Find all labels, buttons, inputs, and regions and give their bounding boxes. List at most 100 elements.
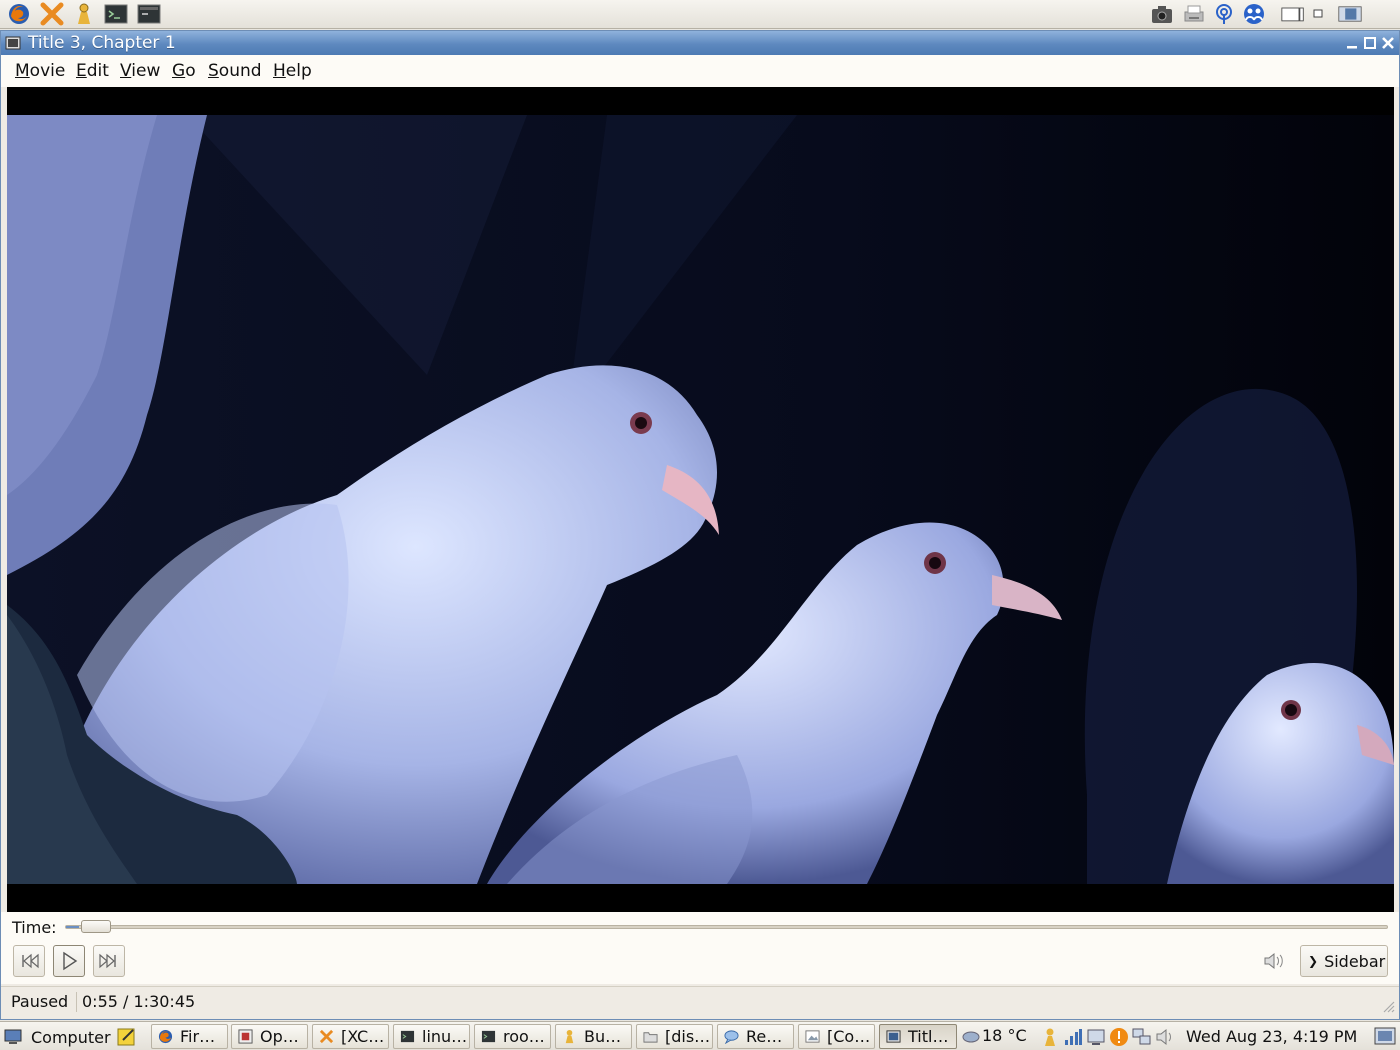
buddy-tray-icon[interactable]	[1040, 1027, 1060, 1047]
openoffice-icon	[238, 1029, 253, 1044]
taskbar-button[interactable]: [dis…	[636, 1024, 713, 1049]
folder-icon	[643, 1029, 658, 1044]
play-button[interactable]	[53, 945, 85, 977]
taskbar-button-label: Fir…	[180, 1027, 216, 1046]
sidebar-toggle-button[interactable]: ❯ Sidebar	[1300, 945, 1388, 977]
terminal-icon	[400, 1029, 415, 1044]
buddy-icon[interactable]	[71, 2, 97, 26]
next-chapter-button[interactable]	[93, 945, 125, 977]
taskbar-button[interactable]: Op…	[231, 1024, 308, 1049]
network-monitor-icon[interactable]	[1086, 1027, 1106, 1047]
menu-go[interactable]: Go	[172, 61, 196, 81]
top-panel	[0, 0, 1400, 29]
system-tray	[1040, 1026, 1175, 1048]
signal-icon[interactable]	[1063, 1027, 1083, 1047]
skip-back-icon	[22, 953, 39, 969]
taskbar-button-label: roo…	[503, 1027, 545, 1046]
desktop-preview-icon[interactable]	[1335, 2, 1365, 26]
network-icon[interactable]	[1211, 2, 1237, 26]
playback-time: 0:55 / 1:30:45	[82, 992, 196, 1011]
chat-icon	[724, 1029, 739, 1045]
firefox-icon	[158, 1029, 173, 1044]
menu-view[interactable]: View	[120, 61, 160, 81]
taskbar-button-label: [XC…	[341, 1027, 385, 1046]
taskbar-button[interactable]: [Co…	[798, 1024, 875, 1049]
cloud-icon	[962, 1031, 980, 1042]
menu-view-rest: iew	[131, 61, 161, 81]
taskbar-button[interactable]: Fir…	[151, 1024, 228, 1049]
seek-bar[interactable]	[65, 920, 1388, 933]
time-label: Time:	[12, 918, 57, 937]
seek-fill	[66, 926, 79, 928]
workspace-dot-icon[interactable]	[1310, 2, 1326, 26]
controls-bar: ❯ Sidebar	[1, 940, 1399, 984]
taskbar-button-label: [dis…	[665, 1027, 711, 1046]
app-icon[interactable]	[5, 35, 21, 51]
menu-movie[interactable]: Movie	[15, 61, 65, 81]
show-desktop-icon[interactable]	[1373, 1025, 1397, 1047]
skip-forward-icon	[99, 953, 116, 969]
update-alert-icon[interactable]	[1109, 1027, 1129, 1047]
weather-temp: 18 °C	[982, 1026, 1027, 1045]
taskbar-button[interactable]: linu…	[393, 1024, 470, 1049]
taskbar-button-label: [Co…	[827, 1027, 871, 1046]
terminal-icon	[481, 1029, 496, 1044]
previous-chapter-button[interactable]	[13, 945, 45, 977]
window-title: Title 3, Chapter 1	[28, 33, 176, 53]
minimize-button[interactable]	[1344, 35, 1360, 51]
image-icon	[805, 1029, 820, 1044]
menu-edit-rest: dit	[86, 61, 109, 81]
workspace-switcher-icon[interactable]	[1279, 2, 1307, 26]
resize-grip-icon[interactable]	[1381, 999, 1395, 1013]
sidebar-label: Sidebar	[1324, 951, 1386, 971]
chevron-right-icon: ❯	[1308, 954, 1319, 968]
printer-icon[interactable]	[1181, 2, 1207, 26]
video-area[interactable]	[7, 87, 1394, 912]
weather-applet[interactable]: 18 °C	[962, 1026, 1027, 1045]
computer-menu-button[interactable]: Computer	[4, 1025, 111, 1049]
terminal-icon[interactable]	[103, 2, 129, 26]
menu-movie-rest: ovie	[29, 61, 66, 81]
terminal-alt-icon[interactable]	[136, 2, 162, 26]
video-frame	[7, 115, 1394, 884]
people-icon[interactable]	[1241, 2, 1267, 26]
notes-icon[interactable]	[117, 1026, 137, 1046]
taskbar-button-label: Op…	[260, 1027, 299, 1046]
taskbar-button-label: linu…	[422, 1027, 468, 1046]
taskbar-button[interactable]: Titl…	[879, 1024, 957, 1049]
close-button[interactable]	[1380, 35, 1396, 51]
movie-icon	[886, 1029, 901, 1044]
menu-help-rest: elp	[285, 61, 312, 81]
volume-tray-icon[interactable]	[1155, 1027, 1175, 1047]
taskbar-button-label: Bu…	[584, 1027, 622, 1046]
taskbar-button[interactable]: Re…	[717, 1024, 794, 1049]
taskbar-button-label: Titl…	[908, 1027, 949, 1046]
playback-state: Paused	[11, 992, 78, 1012]
computer-label: Computer	[31, 1027, 111, 1047]
computer-icon	[4, 1029, 22, 1044]
taskbar-button[interactable]: Bu…	[555, 1024, 632, 1049]
menu-help[interactable]: Help	[273, 61, 312, 81]
taskbar-button[interactable]: roo…	[474, 1024, 551, 1049]
title-bar[interactable]: Title 3, Chapter 1	[1, 31, 1399, 55]
seek-handle[interactable]	[81, 920, 111, 933]
menu-sound-rest: ound	[218, 61, 262, 81]
maximize-button[interactable]	[1362, 35, 1378, 51]
taskbar-button[interactable]: [XC…	[312, 1024, 389, 1049]
network-connection-icon[interactable]	[1132, 1027, 1152, 1047]
speaker-icon	[1264, 952, 1283, 970]
bottom-panel: Computer Fir… Op… [XC… linu… roo… Bu… [dis… Re……	[0, 1021, 1400, 1050]
firefox-icon[interactable]	[6, 2, 32, 26]
volume-button[interactable]	[1263, 951, 1285, 971]
totem-window: Title 3, Chapter 1 Movie Edit View Go So…	[0, 30, 1400, 1020]
play-icon	[63, 951, 78, 971]
menu-go-rest: o	[185, 61, 196, 81]
menu-sound[interactable]: Sound	[208, 61, 262, 81]
taskbar-button-label: Re…	[746, 1027, 783, 1046]
menubar: Movie Edit View Go Sound Help	[1, 55, 1399, 87]
xchat-icon[interactable]	[39, 2, 65, 26]
menu-edit[interactable]: Edit	[76, 61, 109, 81]
xchat-icon	[319, 1029, 334, 1044]
camera-icon[interactable]	[1149, 2, 1175, 26]
clock[interactable]: Wed Aug 23, 4:19 PM	[1186, 1027, 1357, 1046]
